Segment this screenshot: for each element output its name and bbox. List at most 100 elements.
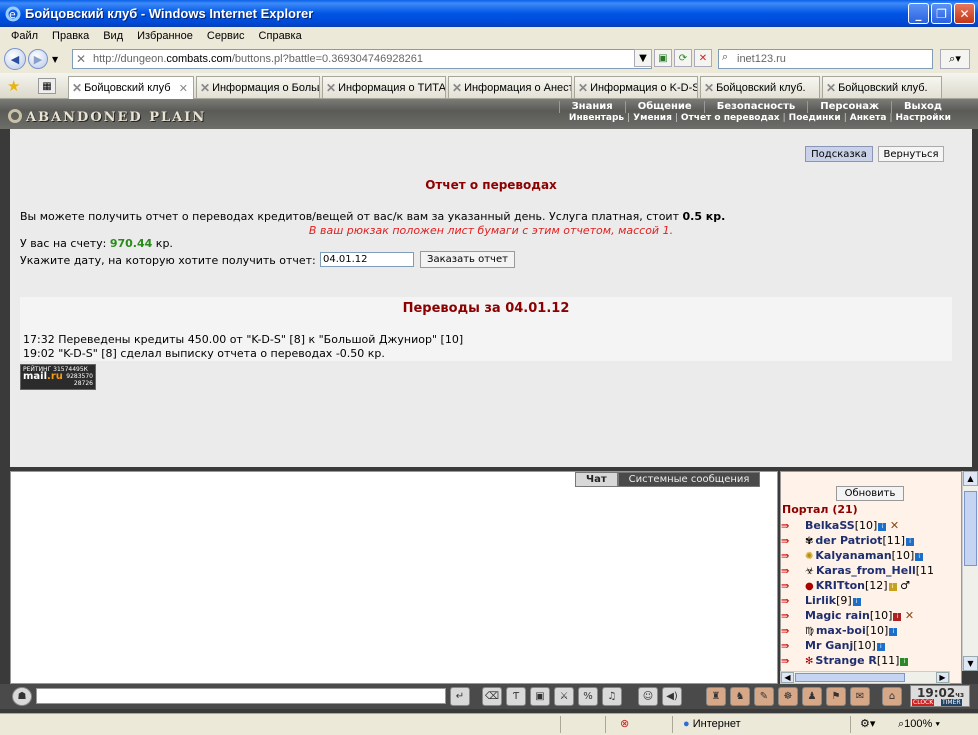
list-item[interactable]: ⇛ ✺ Kalyanaman[10] i bbox=[781, 549, 924, 564]
info-icon[interactable]: i bbox=[893, 613, 902, 621]
back-page-button[interactable]: Вернуться bbox=[878, 146, 944, 162]
zoom-level[interactable]: ⌕100% ▾ bbox=[898, 718, 940, 731]
exit-icon[interactable]: ⌂ bbox=[882, 687, 902, 706]
private-arrow-icon[interactable]: ⇛ bbox=[781, 566, 805, 577]
private-arrow-icon[interactable]: ⇛ bbox=[781, 551, 805, 562]
tab-chat[interactable]: Чат bbox=[575, 472, 618, 487]
menu-tools[interactable]: Сервис bbox=[200, 30, 252, 42]
submenu-transfer-report[interactable]: Отчет о переводах bbox=[678, 113, 783, 125]
list-item[interactable]: ⇛ ✾ der Patriot[11] i bbox=[781, 534, 915, 549]
submenu-battles[interactable]: Поединки bbox=[786, 113, 844, 125]
tab-item[interactable]: ✕Информация о Больш... bbox=[196, 76, 320, 98]
list-horizontal-scrollbar[interactable]: ◀ ▶ bbox=[780, 671, 950, 684]
private-arrow-icon[interactable]: ⇛ bbox=[781, 581, 805, 592]
submenu-skills[interactable]: Умения bbox=[630, 113, 675, 125]
refresh-icon[interactable]: ⟳ bbox=[674, 49, 692, 67]
url-field[interactable]: ✕ http://dungeon. combats.com/buttons.pl?… bbox=[72, 49, 652, 69]
send-icon[interactable]: ↵ bbox=[450, 687, 470, 706]
chat-area[interactable] bbox=[10, 471, 778, 684]
info-icon[interactable]: i bbox=[888, 583, 897, 591]
tab-close-icon[interactable]: ✕ bbox=[179, 82, 188, 95]
tab-item[interactable]: ✕ Бойцовский клуб. bbox=[822, 76, 942, 98]
date-input[interactable]: 04.01.12 bbox=[320, 252, 414, 267]
list-item[interactable]: ⇛ Lirlik[9] i bbox=[781, 594, 861, 609]
stats-icon[interactable]: ♟ bbox=[802, 687, 822, 706]
user-name[interactable]: Karas_from_Hell bbox=[816, 564, 916, 577]
list-item[interactable]: ⇛ Mr Ganj[10] i bbox=[781, 639, 885, 654]
user-name[interactable]: max-boi bbox=[816, 624, 866, 637]
info-icon[interactable]: i bbox=[906, 538, 915, 546]
user-name[interactable]: KRITton bbox=[816, 579, 865, 592]
map-icon[interactable]: ☸ bbox=[778, 687, 798, 706]
submenu-profile[interactable]: Анкета bbox=[847, 113, 890, 125]
stop-icon[interactable]: ✕ bbox=[694, 49, 712, 67]
history-dropdown-icon[interactable]: ▼ bbox=[52, 55, 58, 64]
user-name[interactable]: Mr Ganj bbox=[805, 639, 853, 652]
filter-icon[interactable]: Ƭ bbox=[506, 687, 526, 706]
chat-input[interactable] bbox=[36, 688, 446, 704]
tab-active[interactable]: ✕ Бойцовский клуб ✕ bbox=[68, 76, 194, 99]
menu-view[interactable]: Вид bbox=[96, 30, 130, 42]
user-name[interactable]: Kalyanaman bbox=[815, 549, 891, 562]
private-arrow-icon[interactable]: ⇛ bbox=[781, 596, 805, 607]
mail-icon[interactable]: ✉ bbox=[850, 687, 870, 706]
fighter-icon[interactable]: ⚔ bbox=[554, 687, 574, 706]
tab-item[interactable]: ✕ Информация о Анест... bbox=[448, 76, 572, 98]
mailru-counter[interactable]: РЕЙТИНГ 31574495К mail.ru 9283570 28726 bbox=[20, 364, 96, 390]
restore-button[interactable]: ❐ bbox=[931, 3, 952, 24]
search-input[interactable]: ⌕ inet123.ru bbox=[718, 49, 933, 69]
smiley-icon[interactable]: ☺ bbox=[638, 687, 658, 706]
user-name[interactable]: BelkaSS bbox=[805, 519, 855, 532]
url-dropdown-icon[interactable]: ▼ bbox=[634, 49, 652, 67]
tab-item[interactable]: ✕ Бойцовский клуб. bbox=[700, 76, 820, 98]
scroll-thumb-horizontal[interactable] bbox=[795, 673, 905, 682]
list-item[interactable]: ⇛ Magic rain[10] i ✕ bbox=[781, 609, 914, 624]
quick-tabs-icon[interactable]: ▦ bbox=[38, 78, 56, 94]
info-icon[interactable]: i bbox=[878, 523, 887, 531]
private-arrow-icon[interactable]: ⇛ bbox=[781, 656, 805, 667]
order-report-button[interactable]: Заказать отчет bbox=[420, 251, 515, 268]
private-arrow-icon[interactable]: ⇛ bbox=[781, 626, 805, 637]
menu-exit[interactable]: Выход bbox=[890, 101, 954, 113]
menu-file[interactable]: Файл bbox=[4, 30, 45, 42]
info-icon[interactable]: i bbox=[900, 658, 909, 666]
list-item[interactable]: ⇛ ♍ max-boi[10] i bbox=[781, 624, 898, 639]
list-item[interactable]: ⇛ ● KRITton[12] i ♂ bbox=[781, 579, 910, 594]
lion-icon[interactable]: ♞ bbox=[730, 687, 750, 706]
menu-edit[interactable]: Правка bbox=[45, 30, 96, 42]
submenu-inventory[interactable]: Инвентарь bbox=[566, 113, 627, 125]
user-name[interactable]: der Patriot bbox=[815, 534, 882, 547]
minimize-button[interactable]: _ bbox=[908, 3, 929, 24]
tab-item[interactable]: ✕ Информация о ТИТАН bbox=[322, 76, 446, 98]
chat-filter-icon[interactable]: ☗ bbox=[12, 687, 32, 706]
save-log-icon[interactable]: ▣ bbox=[530, 687, 550, 706]
menu-favorites[interactable]: Избранное bbox=[130, 30, 200, 42]
inventory-icon[interactable]: ♜ bbox=[706, 687, 726, 706]
translit-icon[interactable]: % bbox=[578, 687, 598, 706]
menu-communication[interactable]: Общение bbox=[624, 101, 704, 113]
popup-blocker-icon[interactable]: ⚙▾ bbox=[860, 717, 875, 730]
favorites-star-icon[interactable]: ★ bbox=[7, 77, 20, 95]
scroll-icon[interactable]: ✎ bbox=[754, 687, 774, 706]
info-icon[interactable]: i bbox=[889, 628, 898, 636]
submenu-settings[interactable]: Настройки bbox=[892, 113, 954, 125]
scroll-up-icon[interactable]: ▲ bbox=[963, 471, 978, 486]
forward-button[interactable]: ▶ bbox=[28, 49, 48, 69]
info-icon[interactable]: i bbox=[852, 598, 861, 606]
list-item[interactable]: ⇛ BelkaSS[10] i ✕ bbox=[781, 519, 899, 534]
close-window-button[interactable]: ✕ bbox=[954, 3, 975, 24]
private-arrow-icon[interactable]: ⇛ bbox=[781, 536, 805, 547]
speaker-icon[interactable]: ◀) bbox=[662, 687, 682, 706]
list-item[interactable]: ⇛ ☣ Karas_from_Hell[11 bbox=[781, 564, 934, 579]
hint-button[interactable]: Подсказка bbox=[805, 146, 873, 162]
menu-knowledge[interactable]: Знания bbox=[558, 101, 625, 113]
private-arrow-icon[interactable]: ⇛ bbox=[781, 641, 805, 652]
clan-icon[interactable]: ⚑ bbox=[826, 687, 846, 706]
scroll-thumb[interactable] bbox=[964, 491, 977, 566]
info-icon[interactable]: i bbox=[876, 643, 885, 651]
compat-view-icon[interactable]: ▣ bbox=[654, 49, 672, 67]
list-item[interactable]: ⇛ ✻ Strange R[11] i bbox=[781, 654, 909, 669]
info-icon[interactable]: i bbox=[915, 553, 924, 561]
user-name[interactable]: Magic rain bbox=[805, 609, 870, 622]
menu-character[interactable]: Персонаж bbox=[807, 101, 891, 113]
